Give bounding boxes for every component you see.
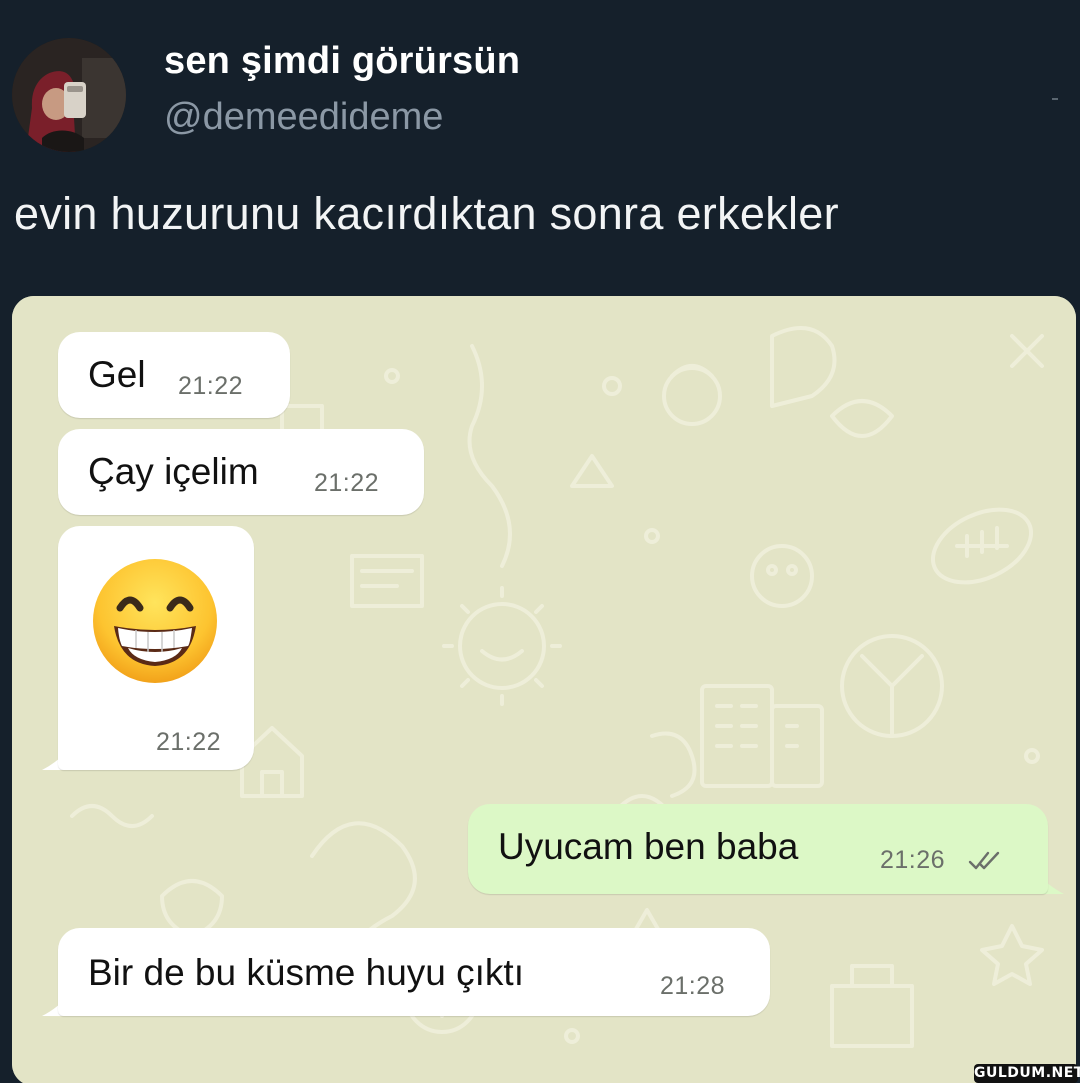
message-bubble[interactable]: Çay içelim 21:22 — [58, 429, 424, 515]
message-bubble-outgoing[interactable]: Uyucam ben baba 21:26 — [468, 804, 1048, 894]
grinning-face-with-smiling-eyes-icon — [93, 559, 217, 683]
message-time: 21:28 — [660, 972, 726, 1000]
message-time: 21:22 — [156, 728, 222, 756]
message-text: Uyucam ben baba — [498, 826, 799, 867]
message-time: 21:22 — [314, 469, 380, 497]
display-name[interactable]: sen şimdi görürsün — [164, 40, 520, 83]
chat-screenshot: Gel 21:22 Çay içelim 21:22 21:22 Uyucam … — [12, 296, 1076, 1083]
profile-photo-icon — [12, 38, 126, 152]
divider — [1052, 98, 1058, 100]
message-text: Bir de bu küsme huyu çıktı — [88, 952, 524, 993]
message-text: Gel — [88, 354, 146, 395]
tweet-header: sen şimdi görürsün @demeedideme — [0, 0, 1080, 170]
message-time: 21:22 — [178, 372, 244, 400]
watermark: GULDUM.NET — [974, 1064, 1080, 1083]
tweet-text: evin huzurunu kacırdıktan sonra erkekler — [14, 188, 839, 239]
user-handle[interactable]: @demeedideme — [164, 96, 443, 139]
avatar[interactable] — [12, 38, 126, 152]
double-check-icon — [968, 851, 1000, 870]
message-bubble[interactable]: 21:22 — [58, 526, 254, 770]
message-text: Çay içelim — [88, 451, 259, 492]
message-time: 21:26 — [880, 846, 946, 874]
message-bubble[interactable]: Bir de bu küsme huyu çıktı 21:28 — [58, 928, 770, 1016]
message-bubble[interactable]: Gel 21:22 — [58, 332, 290, 418]
